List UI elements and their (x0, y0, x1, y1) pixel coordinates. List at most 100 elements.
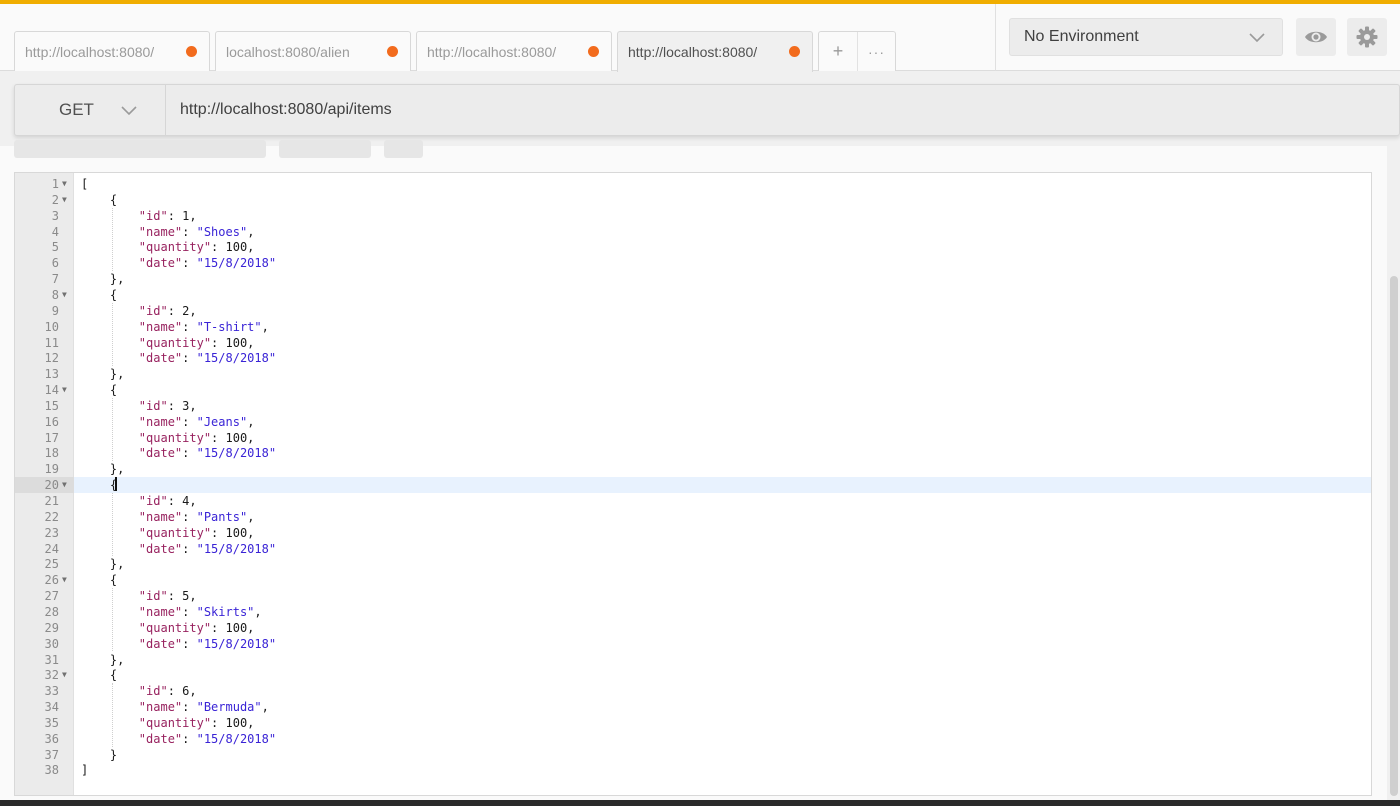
code-text: "name": "Pants", (81, 509, 254, 525)
code-line[interactable]: 12 "date": "15/8/2018" (15, 350, 1371, 366)
code-line[interactable]: 9 "id": 2, (15, 303, 1371, 319)
line-number: 37 (15, 747, 59, 763)
code-line[interactable]: 34 "name": "Bermuda", (15, 699, 1371, 715)
line-number: 23 (15, 525, 59, 541)
scrollbar-thumb[interactable] (1390, 276, 1398, 796)
code-line[interactable]: 7 }, (15, 271, 1371, 287)
chevron-down-icon (120, 101, 138, 119)
code-line[interactable]: 19 }, (15, 461, 1371, 477)
indent-guide (112, 303, 113, 366)
line-number: 31 (15, 652, 59, 668)
line-number: 19 (15, 461, 59, 477)
url-input[interactable] (166, 85, 1399, 135)
code-line[interactable]: 26▼ { (15, 572, 1371, 588)
code-line[interactable]: 28 "name": "Skirts", (15, 604, 1371, 620)
code-line[interactable]: 36 "date": "15/8/2018" (15, 731, 1371, 747)
code-text: "date": "15/8/2018" (81, 445, 276, 461)
line-number: 26 (15, 572, 59, 588)
fold-arrow-icon[interactable]: ▼ (62, 572, 67, 588)
indent-guide (112, 398, 113, 461)
code-line[interactable]: 29 "quantity": 100, (15, 620, 1371, 636)
code-text: "name": "Shoes", (81, 224, 254, 240)
request-bar: GET (14, 84, 1400, 136)
line-number: 27 (15, 588, 59, 604)
code-line[interactable]: 13 }, (15, 366, 1371, 382)
panel-scrollbar[interactable] (1388, 146, 1400, 806)
unsaved-dot-icon (588, 46, 599, 57)
code-line[interactable]: 24 "date": "15/8/2018" (15, 541, 1371, 557)
line-number: 12 (15, 350, 59, 366)
new-tab-button[interactable]: + (819, 32, 857, 71)
code-line[interactable]: 38] (15, 762, 1371, 778)
code-line[interactable]: 25 }, (15, 556, 1371, 572)
code-text: "id": 2, (81, 303, 197, 319)
line-number: 4 (15, 224, 59, 240)
tab-label: localhost:8080/alien (226, 44, 350, 60)
code-line[interactable]: 3 "id": 1, (15, 208, 1371, 224)
fold-arrow-icon[interactable]: ▼ (62, 192, 67, 208)
code-text: "name": "Skirts", (81, 604, 262, 620)
code-line[interactable]: 21 "id": 4, (15, 493, 1371, 509)
postman-window: http://localhost:8080/ localhost:8080/al… (0, 0, 1400, 806)
line-number: 2 (15, 192, 59, 208)
gear-icon (1356, 26, 1378, 48)
code-text: }, (81, 366, 124, 382)
request-tab-3[interactable]: http://localhost:8080/ (416, 31, 612, 71)
code-line[interactable]: 18 "date": "15/8/2018" (15, 445, 1371, 461)
code-line[interactable]: 10 "name": "T-shirt", (15, 319, 1371, 335)
code-line[interactable]: 1▼[ (15, 176, 1371, 192)
code-text: "quantity": 100, (81, 620, 254, 636)
fold-arrow-icon[interactable]: ▼ (62, 667, 67, 683)
code-line[interactable]: 27 "id": 5, (15, 588, 1371, 604)
code-line[interactable]: 2▼ { (15, 192, 1371, 208)
code-line[interactable]: 31 }, (15, 652, 1371, 668)
code-line[interactable]: 15 "id": 3, (15, 398, 1371, 414)
eye-icon (1304, 29, 1328, 45)
code-line[interactable]: 17 "quantity": 100, (15, 430, 1371, 446)
settings-button[interactable] (1347, 18, 1387, 56)
request-tab-1[interactable]: http://localhost:8080/ (14, 31, 210, 71)
code-line[interactable]: 4 "name": "Shoes", (15, 224, 1371, 240)
code-line[interactable]: 37 } (15, 747, 1371, 763)
more-tabs-button[interactable]: ··· (857, 32, 895, 71)
fold-arrow-icon[interactable]: ▼ (62, 176, 67, 192)
code-text: { (81, 382, 117, 398)
method-select[interactable]: GET (15, 85, 166, 135)
unsaved-dot-icon (789, 46, 800, 57)
unsaved-dot-icon (387, 46, 398, 57)
fold-arrow-icon[interactable]: ▼ (62, 477, 67, 493)
line-number: 21 (15, 493, 59, 509)
code-text: "id": 1, (81, 208, 197, 224)
response-body-editor[interactable]: 1▼[2▼ {3 "id": 1,4 "name": "Shoes",5 "qu… (14, 172, 1372, 796)
code-line[interactable]: 23 "quantity": 100, (15, 525, 1371, 541)
code-line[interactable]: 20▼ { (15, 477, 1371, 493)
fold-arrow-icon[interactable]: ▼ (62, 287, 67, 303)
code-line[interactable]: 22 "name": "Pants", (15, 509, 1371, 525)
environment-area: No Environment (995, 4, 1400, 71)
code-line[interactable]: 11 "quantity": 100, (15, 335, 1371, 351)
hidden-toolbar-control (384, 140, 423, 158)
code-text: "name": "Bermuda", (81, 699, 269, 715)
line-number: 10 (15, 319, 59, 335)
environment-select[interactable]: No Environment (1009, 18, 1283, 56)
code-line[interactable]: 6 "date": "15/8/2018" (15, 255, 1371, 271)
fold-arrow-icon[interactable]: ▼ (62, 382, 67, 398)
line-number: 22 (15, 509, 59, 525)
code-line[interactable]: 8▼ { (15, 287, 1371, 303)
code-text: "id": 4, (81, 493, 197, 509)
code-line[interactable]: 35 "quantity": 100, (15, 715, 1371, 731)
bottom-edge (0, 800, 1400, 806)
environment-quick-look-button[interactable] (1296, 18, 1336, 56)
request-tab-2[interactable]: localhost:8080/alien (215, 31, 411, 71)
code-line[interactable]: 33 "id": 6, (15, 683, 1371, 699)
code-line[interactable]: 32▼ { (15, 667, 1371, 683)
environment-selected-label: No Environment (1024, 28, 1139, 46)
hidden-toolbar-control (14, 140, 266, 158)
line-number: 17 (15, 430, 59, 446)
code-text: } (81, 747, 117, 763)
request-tab-4-active[interactable]: http://localhost:8080/ (617, 31, 813, 72)
code-line[interactable]: 30 "date": "15/8/2018" (15, 636, 1371, 652)
code-line[interactable]: 16 "name": "Jeans", (15, 414, 1371, 430)
code-line[interactable]: 14▼ { (15, 382, 1371, 398)
code-line[interactable]: 5 "quantity": 100, (15, 239, 1371, 255)
